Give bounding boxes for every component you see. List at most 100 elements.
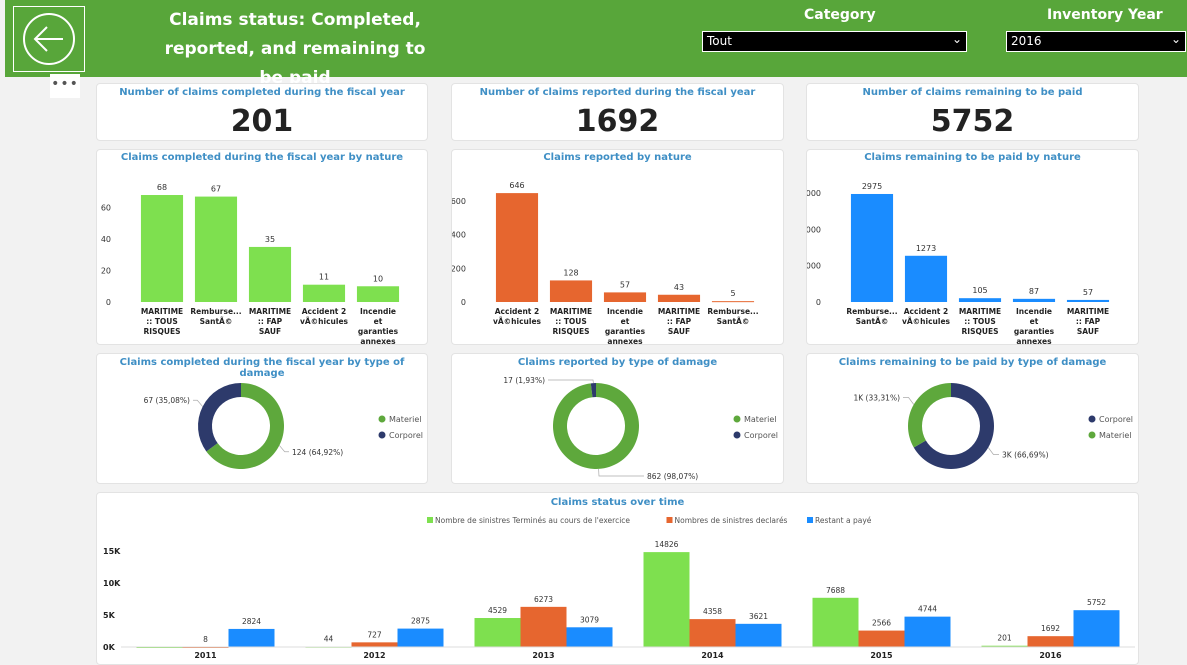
kpi-label: Number of claims remaining to be paid — [862, 87, 1083, 98]
x-tick-label: SAUF — [668, 327, 690, 336]
x-tick-label: :: TOUS — [964, 317, 996, 326]
x-tick-label: :: FAP — [258, 317, 283, 326]
slice-label: 1K (33,31%) — [853, 394, 900, 403]
x-tick-label: garanties — [605, 327, 646, 336]
data-label: 67 — [211, 185, 221, 194]
legend-swatch — [666, 517, 673, 523]
x-tick-label: garanties — [1014, 327, 1055, 336]
chart-card-reported-by-damage: Claims reported by type of damage 862 (9… — [451, 353, 784, 484]
data-label: 4529 — [488, 606, 507, 615]
legend-dot — [733, 431, 741, 439]
inventory-year-label: Inventory Year — [1047, 7, 1163, 23]
reported-by-damage-donut: 862 (98,07%) 17 (1,93%) Materiel Corporel — [503, 376, 778, 481]
data-label: 1273 — [916, 244, 936, 253]
y-tick-label: 400 — [452, 231, 466, 240]
data-label: 646 — [509, 181, 524, 190]
bar — [812, 597, 859, 647]
inventory-year-dropdown[interactable]: 2016 ⌄ — [1006, 31, 1186, 52]
bar — [1027, 636, 1074, 647]
data-label: 43 — [674, 283, 684, 292]
legend-dot — [378, 431, 386, 439]
legend-dot — [378, 415, 386, 423]
leader-line — [903, 397, 915, 405]
bar — [397, 628, 444, 647]
completed-by-nature-chart: 0 20 40 60 68MARITIME:: TOUSRISQUES 67Remburs… — [101, 183, 400, 344]
slice-label: 862 (98,07%) — [647, 472, 698, 481]
y-tick-label: 60 — [101, 204, 111, 213]
kpi-card-completed: Number of claims completed during the fi… — [96, 83, 428, 141]
x-tick-label: Incendie — [360, 307, 396, 316]
legend-label: Nombre de sinistres Terminés au cours de… — [435, 516, 630, 525]
y-tick-label: 600 — [452, 197, 466, 206]
chevron-down-icon: ⌄ — [951, 32, 962, 46]
data-label: 44 — [324, 635, 334, 644]
x-tick-label: 2016 — [1039, 651, 1062, 660]
leader-line — [598, 468, 644, 477]
chart-card-remaining-by-nature: Claims remaining to be paid by nature 0 1… — [806, 149, 1139, 345]
bar — [603, 292, 647, 302]
chevron-down-icon: ⌄ — [1170, 32, 1181, 46]
x-tick-label: SAUF — [1077, 327, 1099, 336]
chart-card-completed-by-nature: Claims completed during the fiscal year … — [96, 149, 428, 345]
bar — [248, 246, 292, 302]
legend-label: Materiel — [389, 415, 422, 424]
x-tick-label: SAUF — [259, 327, 281, 336]
kpi-label: Number of claims reported during the fis… — [479, 87, 756, 98]
category-dropdown-value: Tout — [707, 34, 732, 48]
data-label: 128 — [563, 268, 578, 277]
x-tick-label: Remburse... — [707, 307, 758, 316]
x-tick-label: MARITIME — [141, 307, 183, 316]
inventory-year-value: 2016 — [1011, 34, 1042, 48]
data-label: 2975 — [862, 182, 882, 191]
bar — [958, 298, 1002, 302]
legend-swatch — [807, 517, 813, 523]
x-tick-label: annexes — [607, 337, 643, 344]
x-tick-label: Accident 2 — [302, 307, 346, 316]
back-button[interactable] — [13, 6, 85, 72]
y-tick-label: 20 — [101, 267, 111, 276]
remaining-by-damage-donut: 3K (66,69%) 1K (33,31%) Corporel Materiel — [853, 383, 1133, 469]
slice-label: 17 (1,93%) — [503, 376, 545, 385]
x-tick-label: :: TOUS — [146, 317, 178, 326]
chart-card-completed-by-damage: Claims completed during the fiscal year … — [96, 353, 428, 484]
data-label: 201 — [997, 634, 1012, 643]
legend-label: Corporel — [744, 431, 778, 440]
bar — [549, 280, 593, 302]
y-tick-label: 15K — [103, 547, 121, 556]
data-label: 3079 — [580, 615, 599, 624]
data-label: 11 — [319, 273, 329, 282]
leader-line — [987, 447, 999, 455]
data-label: 57 — [620, 280, 630, 289]
kpi-value: 5752 — [930, 104, 1015, 139]
data-label: 727 — [367, 630, 382, 639]
x-tick-label: :: TOUS — [555, 317, 587, 326]
slice-label: 67 (35,08%) — [144, 396, 190, 405]
bar — [566, 627, 613, 647]
category-dropdown[interactable]: Tout ⌄ — [702, 31, 967, 52]
x-tick-label: 2014 — [701, 651, 724, 660]
more-options-button[interactable]: ••• — [50, 74, 80, 98]
data-label: 68 — [157, 183, 167, 192]
x-tick-label: SantÃ© — [717, 317, 750, 326]
y-tick-label: 0 — [816, 298, 821, 307]
legend-label: Corporel — [1099, 415, 1133, 424]
x-tick-label: Remburse... — [190, 307, 241, 316]
bar — [711, 301, 755, 303]
bar — [302, 284, 346, 302]
y-tick-label: 40 — [101, 235, 111, 244]
legend-label: Nombres de sinistres declarés — [675, 516, 788, 525]
chart-title: Claims reported by nature — [543, 152, 692, 163]
x-tick-label: 2013 — [532, 651, 554, 660]
x-tick-label: RISQUES — [962, 327, 999, 336]
legend-label: Materiel — [744, 415, 777, 424]
x-tick-label: annexes — [360, 337, 396, 344]
x-tick-label: RISQUES — [553, 327, 590, 336]
bar — [1012, 298, 1056, 302]
x-tick-label: Accident 2 — [495, 307, 539, 316]
y-tick-label: 3000 — [807, 189, 821, 198]
x-tick-label: Incendie — [607, 307, 643, 316]
legend-label: Materiel — [1099, 431, 1132, 440]
x-tick-label: MARITIME — [550, 307, 592, 316]
y-tick-label: 0 — [106, 298, 111, 307]
leader-line — [548, 379, 594, 384]
